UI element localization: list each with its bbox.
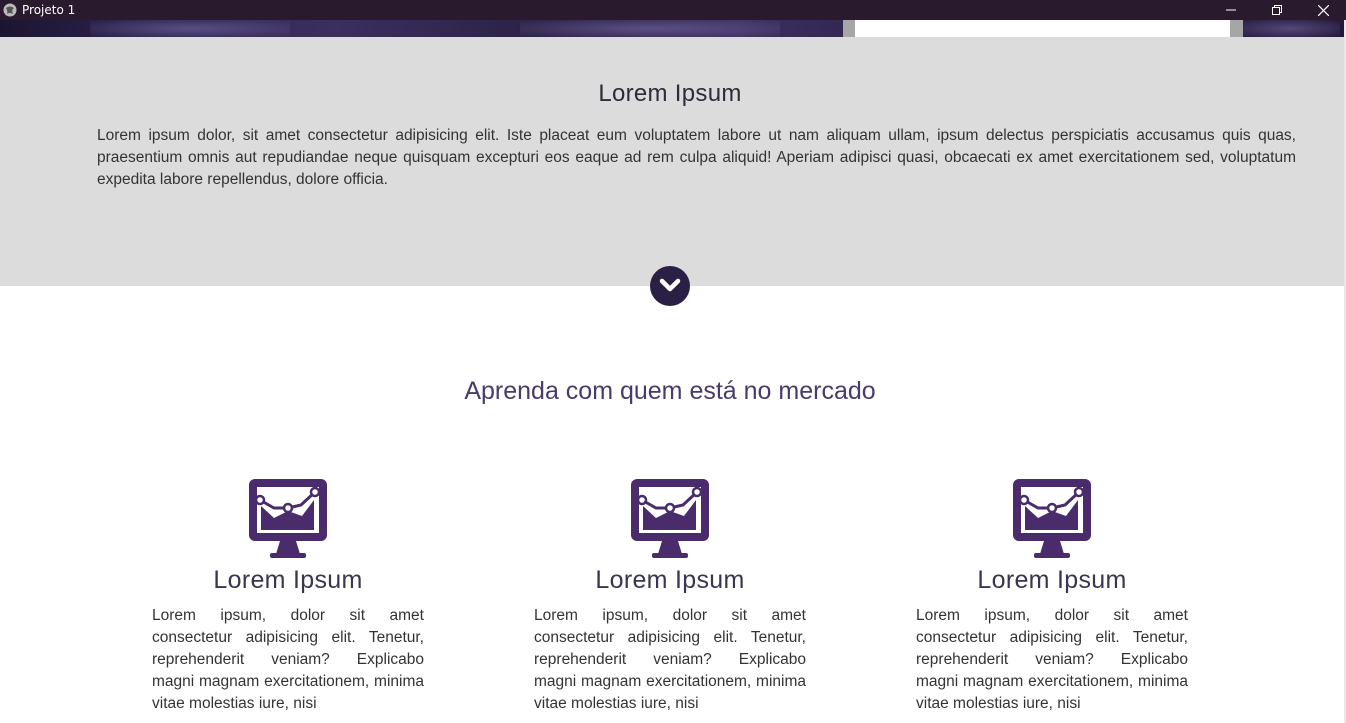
feature-card: Lorem Ipsum Lorem ipsum, dolor sit amet … — [152, 478, 424, 715]
minimize-button[interactable] — [1208, 0, 1254, 20]
scroll-down-button[interactable] — [650, 266, 690, 306]
restore-icon — [1272, 5, 1282, 15]
intro-title: Lorem Ipsum — [598, 80, 742, 107]
feature-card: Lorem Ipsum Lorem ipsum, dolor sit amet … — [916, 478, 1188, 715]
close-icon — [1317, 4, 1329, 16]
chevron-down-icon — [659, 278, 681, 292]
feature-text: Lorem ipsum, dolor sit amet consectetur … — [534, 607, 806, 712]
feature-title: Lorem Ipsum — [595, 566, 745, 594]
monitor-chart-icon — [248, 478, 328, 558]
close-button[interactable] — [1300, 0, 1346, 20]
feature-card: Lorem Ipsum Lorem ipsum, dolor sit amet … — [534, 478, 806, 715]
app-icon — [3, 3, 17, 17]
feature-text: Lorem ipsum, dolor sit amet consectetur … — [916, 607, 1188, 712]
window-title: Projeto 1 — [22, 3, 76, 17]
section-heading: Aprenda com quem está no mercado — [464, 377, 876, 405]
monitor-chart-icon — [1012, 478, 1092, 558]
feature-title: Lorem Ipsum — [977, 566, 1127, 594]
feature-text: Lorem ipsum, dolor sit amet consectetur … — [152, 607, 424, 712]
feature-title: Lorem Ipsum — [213, 566, 363, 594]
minimize-icon — [1226, 9, 1236, 11]
maximize-button[interactable] — [1254, 0, 1300, 20]
monitor-chart-icon — [630, 478, 710, 558]
intro-text: Lorem ipsum dolor, sit amet consectetur … — [97, 127, 1296, 188]
window-titlebar: Projeto 1 — [0, 0, 1346, 20]
